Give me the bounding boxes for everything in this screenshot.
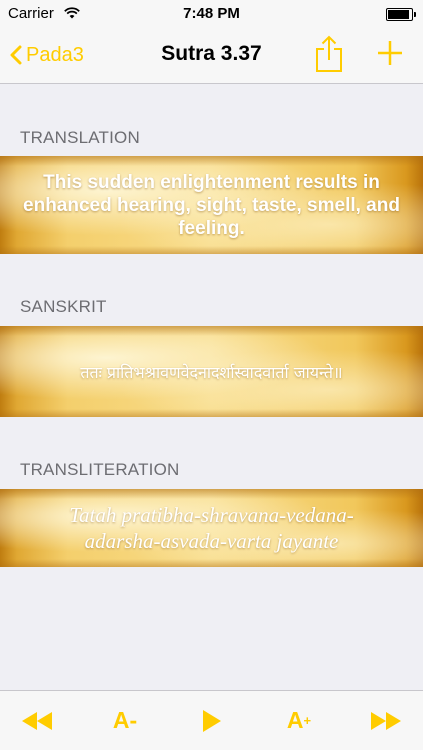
- fast-forward-button[interactable]: [361, 691, 411, 750]
- back-button-label: Pada3: [26, 43, 84, 66]
- battery-icon: [386, 8, 416, 21]
- transliteration-panel: Tatah pratibha-shravana-vedana-adarsha-a…: [0, 489, 423, 567]
- status-bar: Carrier 7:48 PM: [0, 0, 423, 28]
- increase-font-button[interactable]: A +: [274, 691, 324, 750]
- navigation-bar: Pada3 Sutra 3.37: [0, 28, 423, 84]
- increase-font-label: A: [286, 707, 304, 733]
- translation-header: TRANSLATION: [20, 128, 140, 147]
- plus-icon[interactable]: [377, 40, 403, 71]
- rewind-icon: [22, 711, 52, 730]
- fast-forward-icon: [371, 711, 401, 730]
- transliteration-text: Tatah pratibha-shravana-vedana-adarsha-a…: [69, 503, 354, 553]
- decrease-font-label: A-: [112, 707, 138, 733]
- bottom-toolbar: A- A +: [0, 690, 423, 750]
- increase-font-sup: +: [303, 713, 312, 728]
- sanskrit-panel: ततः प्रातिभश्रावणवेदनादर्शास्वादवार्ता ज…: [0, 326, 423, 417]
- sanskrit-header: SANSKRIT: [20, 297, 107, 316]
- chevron-left-icon: [10, 45, 22, 65]
- clock: 7:48 PM: [183, 5, 240, 22]
- decrease-font-button[interactable]: A-: [100, 691, 150, 750]
- sanskrit-text: ततः प्रातिभश्रावणवेदनादर्शास्वादवार्ता ज…: [80, 362, 343, 382]
- translation-text: This sudden enlightenment results in enh…: [23, 171, 400, 239]
- back-button[interactable]: Pada3: [10, 40, 84, 70]
- share-icon[interactable]: [314, 35, 344, 78]
- translation-panel: This sudden enlightenment results in enh…: [0, 156, 423, 254]
- play-icon: [203, 709, 221, 732]
- rewind-button[interactable]: [12, 691, 62, 750]
- play-button[interactable]: [187, 691, 237, 750]
- battery-level: [388, 10, 409, 19]
- transliteration-header: TRANSLITERATION: [20, 460, 180, 479]
